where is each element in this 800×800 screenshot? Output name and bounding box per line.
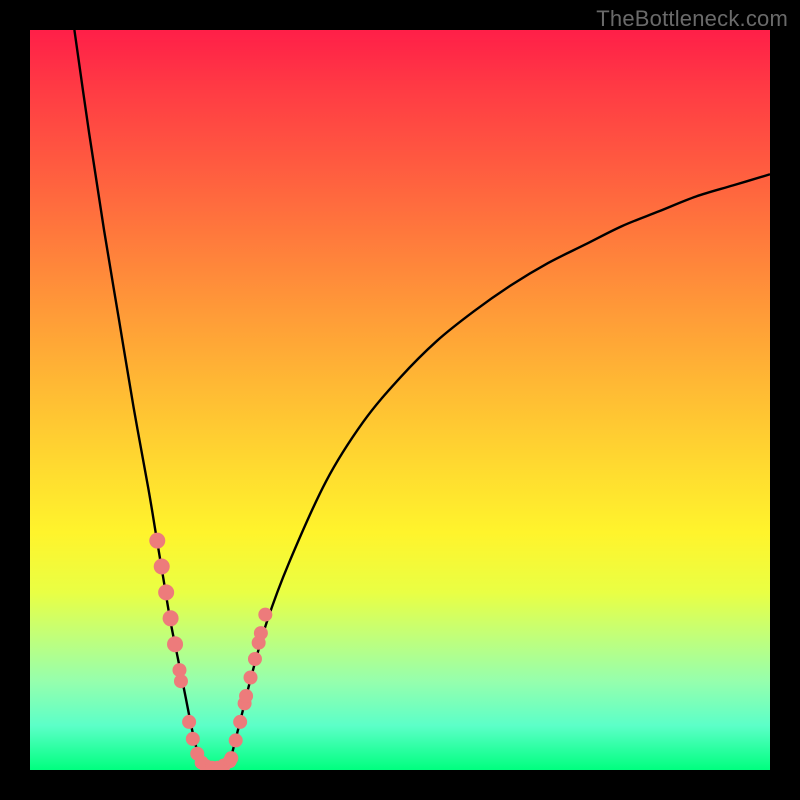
highlight-dots	[149, 533, 272, 770]
highlight-dot	[258, 608, 272, 622]
watermark-text: TheBottleneck.com	[596, 6, 788, 32]
highlight-dot	[239, 689, 253, 703]
highlight-dot	[158, 584, 174, 600]
highlight-dot	[244, 671, 258, 685]
highlight-dot	[167, 636, 183, 652]
highlight-dot	[163, 610, 179, 626]
highlight-dot	[254, 626, 268, 640]
highlight-dot	[229, 733, 243, 747]
highlight-dot	[233, 715, 247, 729]
outer-frame: TheBottleneck.com	[0, 0, 800, 800]
curve-left	[74, 30, 200, 763]
plot-area	[30, 30, 770, 770]
highlight-dot	[186, 732, 200, 746]
highlight-dot	[182, 715, 196, 729]
highlight-dot	[149, 533, 165, 549]
highlight-dot	[174, 674, 188, 688]
highlight-dot	[154, 559, 170, 575]
curve-right	[230, 174, 770, 762]
chart-svg	[30, 30, 770, 770]
highlight-dot	[248, 652, 262, 666]
highlight-dot	[224, 751, 238, 765]
